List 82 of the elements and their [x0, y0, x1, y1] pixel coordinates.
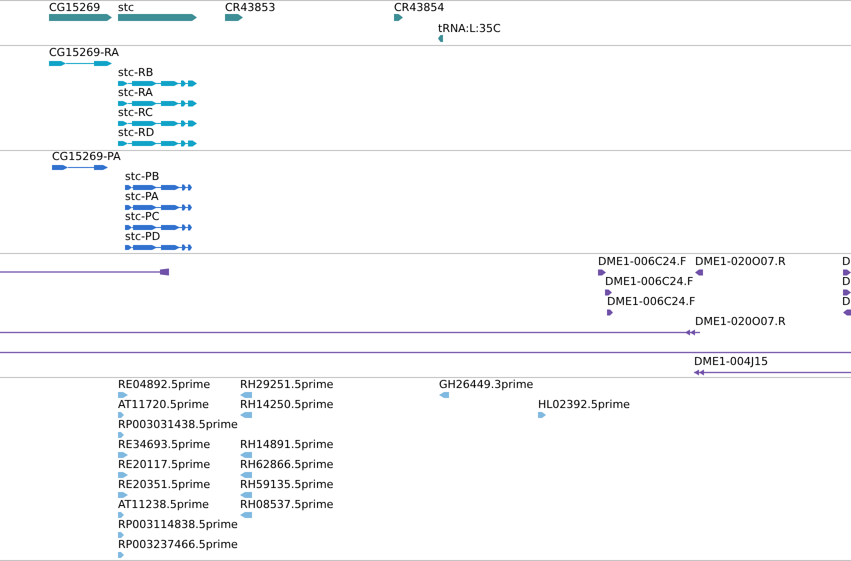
feature-label[interactable]: CG15269-PA — [52, 151, 121, 163]
clone-end-glyph[interactable] — [843, 288, 851, 296]
feature-label[interactable]: RP003031438.5prime — [118, 419, 238, 431]
feature-label[interactable]: GH26449.3prime — [439, 379, 534, 391]
gene-arrow[interactable] — [438, 34, 443, 42]
clone-end-glyph[interactable] — [843, 308, 851, 316]
transcript-glyph[interactable] — [52, 164, 108, 170]
feature-label[interactable]: D — [842, 296, 850, 308]
feature-label[interactable]: RH14250.5prime — [240, 399, 334, 411]
feature-label[interactable]: RE34693.5prime — [118, 439, 210, 451]
feature-label[interactable]: CR43853 — [225, 2, 276, 14]
transcript-glyph[interactable] — [125, 204, 192, 210]
feature-label[interactable]: D — [842, 276, 850, 288]
est-arrow[interactable] — [240, 452, 252, 458]
est-arrow[interactable] — [240, 512, 252, 518]
est-arrow[interactable] — [118, 472, 128, 478]
gene-arrow[interactable] — [118, 14, 197, 20]
est-arrow[interactable] — [240, 392, 252, 398]
transcript-glyph[interactable] — [118, 80, 197, 86]
feature-label[interactable]: CG15269 — [49, 2, 100, 14]
feature-label[interactable]: tRNA:L:35C — [438, 23, 501, 35]
feature-label[interactable]: DME1-004J15 — [694, 356, 768, 368]
feature-label[interactable]: CG15269-RA — [49, 47, 119, 59]
feature-label[interactable]: DME1-020O07.R — [695, 256, 786, 268]
feature-label[interactable]: AT11720.5prime — [118, 399, 209, 411]
transcript-glyph[interactable] — [118, 120, 197, 126]
feature-label[interactable]: stc-RB — [118, 67, 154, 79]
transcript-glyph[interactable] — [125, 244, 192, 250]
feature-label[interactable]: stc — [118, 2, 134, 14]
feature-label[interactable]: stc-PB — [125, 171, 160, 183]
feature-label[interactable]: RH29251.5prime — [240, 379, 334, 391]
feature-label[interactable]: HL02392.5prime — [538, 399, 630, 411]
gene-arrow[interactable] — [225, 14, 243, 20]
feature-label[interactable]: stc-PC — [125, 211, 160, 223]
clone-end-glyph[interactable] — [694, 368, 851, 376]
feature-label[interactable]: DME1-006C24.F — [605, 276, 694, 288]
est-arrow[interactable] — [538, 412, 546, 418]
est-arrow[interactable] — [118, 432, 124, 438]
est-arrow[interactable] — [118, 412, 124, 418]
feature-label[interactable]: RP003114838.5prime — [118, 519, 238, 531]
feature-label[interactable]: stc-PD — [125, 231, 160, 243]
feature-label[interactable]: RH14891.5prime — [240, 439, 334, 451]
est-arrow[interactable] — [118, 512, 124, 518]
transcript-glyph[interactable] — [125, 224, 192, 230]
feature-label[interactable]: stc-RD — [118, 127, 154, 139]
transcript-glyph[interactable] — [118, 100, 197, 106]
est-arrow[interactable] — [118, 552, 124, 558]
est-arrow[interactable] — [118, 392, 128, 398]
feature-label[interactable]: RH62866.5prime — [240, 459, 334, 471]
clone-end-glyph[interactable] — [598, 268, 606, 276]
feature-label[interactable]: RH08537.5prime — [240, 499, 334, 511]
feature-label[interactable]: DME1-020O07.R — [695, 316, 786, 328]
feature-label[interactable]: DME1-006C24.F — [607, 296, 696, 308]
feature-label[interactable]: RE20117.5prime — [118, 459, 210, 471]
transcript-glyph[interactable] — [49, 60, 112, 66]
est-arrow[interactable] — [118, 492, 128, 498]
clone-end-glyph[interactable] — [843, 268, 851, 276]
gene-arrow[interactable] — [49, 14, 112, 20]
clone-end-glyph[interactable] — [695, 268, 703, 276]
transcript-glyph[interactable] — [125, 184, 192, 190]
est-arrow[interactable] — [439, 392, 449, 398]
clone-end-glyph[interactable] — [607, 308, 613, 316]
est-arrow[interactable] — [118, 532, 124, 538]
feature-label[interactable]: RH59135.5prime — [240, 479, 334, 491]
feature-label[interactable]: stc-PA — [125, 191, 159, 203]
feature-label[interactable]: RP003237466.5prime — [118, 539, 238, 551]
clone-end-glyph[interactable] — [0, 328, 700, 336]
feature-label[interactable]: stc-RA — [118, 87, 153, 99]
feature-label[interactable]: D — [842, 256, 850, 268]
feature-label[interactable]: DME1-006C24.F — [598, 256, 686, 268]
est-arrow[interactable] — [240, 492, 252, 498]
clone-end-glyph[interactable] — [605, 288, 612, 296]
feature-label[interactable]: RE20351.5prime — [118, 479, 210, 491]
est-arrow[interactable] — [240, 472, 252, 478]
feature-label[interactable]: RE04892.5prime — [118, 379, 210, 391]
feature-label[interactable]: AT11238.5prime — [118, 499, 209, 511]
feature-label[interactable]: CR43854 — [394, 2, 444, 14]
gene-arrow[interactable] — [394, 14, 403, 20]
est-arrow[interactable] — [240, 412, 252, 418]
transcript-glyph[interactable] — [118, 140, 197, 146]
est-arrow[interactable] — [118, 452, 128, 458]
feature-label[interactable]: stc-RC — [118, 107, 153, 119]
